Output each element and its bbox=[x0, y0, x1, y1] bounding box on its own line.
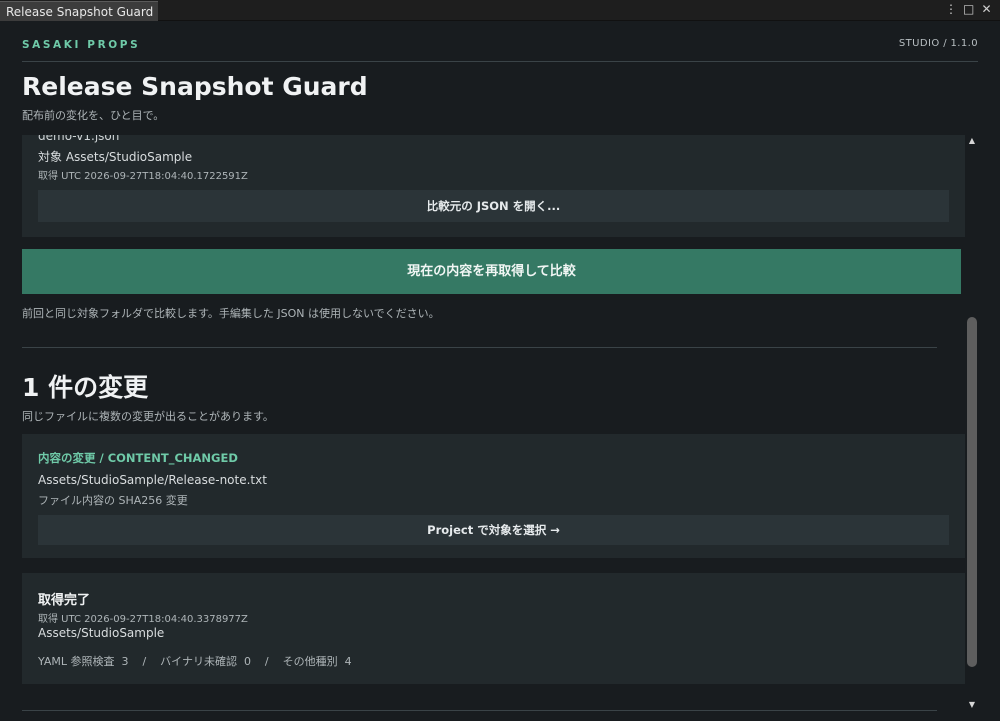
change-count-heading: 1 件の変更 bbox=[22, 373, 149, 402]
baseline-target: 対象 Assets/StudioSample bbox=[38, 150, 193, 164]
header-divider bbox=[22, 61, 978, 62]
capture-folder: Assets/StudioSample bbox=[38, 626, 165, 640]
baseline-captured-time: 取得 UTC 2026-09-27T18:04:40.1722591Z bbox=[38, 171, 248, 182]
section-divider bbox=[22, 347, 937, 348]
close-icon[interactable]: ✕ bbox=[981, 2, 992, 16]
capture-status-title: 取得完了 bbox=[38, 593, 91, 608]
change-kind-label: 内容の変更 / CONTENT_CHANGED bbox=[38, 451, 238, 465]
baseline-file-name: demo-v1.json bbox=[38, 135, 120, 143]
maximize-icon[interactable]: □ bbox=[963, 2, 974, 16]
change-detail: ファイル内容の SHA256 変更 bbox=[38, 494, 188, 507]
change-note: 同じファイルに複数の変更が出ることがあります。 bbox=[22, 410, 274, 423]
capture-time: 取得 UTC 2026-09-27T18:04:40.3378977Z bbox=[38, 614, 248, 625]
scroll-down-arrow-icon[interactable]: ▼ bbox=[966, 700, 978, 712]
version-label: STUDIO / 1.1.0 bbox=[898, 38, 978, 49]
recapture-compare-button[interactable]: 現在の内容を再取得して比較 bbox=[22, 249, 961, 294]
capture-stats: YAML 参照検査 3 / バイナリ未確認 0 / その他種別 4 bbox=[38, 655, 352, 668]
window-tab[interactable]: Release Snapshot Guard bbox=[0, 1, 158, 21]
compare-note: 前回と同じ対象フォルダで比較します。手編集した JSON は使用しないでください… bbox=[22, 307, 440, 320]
bottom-divider bbox=[22, 710, 937, 711]
change-item: 内容の変更 / CONTENT_CHANGED Assets/StudioSam… bbox=[22, 434, 965, 558]
tab-actions: ⋮ □ ✕ bbox=[945, 2, 992, 16]
scrollbar-thumb[interactable] bbox=[967, 317, 977, 667]
brand-label: SASAKI PROPS bbox=[22, 39, 141, 51]
capture-summary-card: 取得完了 取得 UTC 2026-09-27T18:04:40.3378977Z… bbox=[22, 573, 965, 684]
editor-tab-bar: Release Snapshot Guard ⋮ □ ✕ bbox=[0, 0, 1000, 21]
select-in-project-button[interactable]: Project で対象を選択 → bbox=[38, 515, 949, 545]
change-file-path: Assets/StudioSample/Release-note.txt bbox=[38, 473, 267, 487]
page-subtitle: 配布前の変化を、ひと目で。 bbox=[22, 109, 165, 122]
open-baseline-json-button[interactable]: 比較元の JSON を開く... bbox=[38, 190, 949, 222]
more-menu-icon[interactable]: ⋮ bbox=[945, 2, 957, 16]
content-scroll-view[interactable]: demo-v1.json 対象 Assets/StudioSample 取得 U… bbox=[0, 135, 966, 721]
baseline-card: demo-v1.json 対象 Assets/StudioSample 取得 U… bbox=[22, 135, 965, 237]
scroll-up-arrow-icon[interactable]: ▲ bbox=[966, 136, 978, 148]
page-title: Release Snapshot Guard bbox=[22, 72, 368, 101]
